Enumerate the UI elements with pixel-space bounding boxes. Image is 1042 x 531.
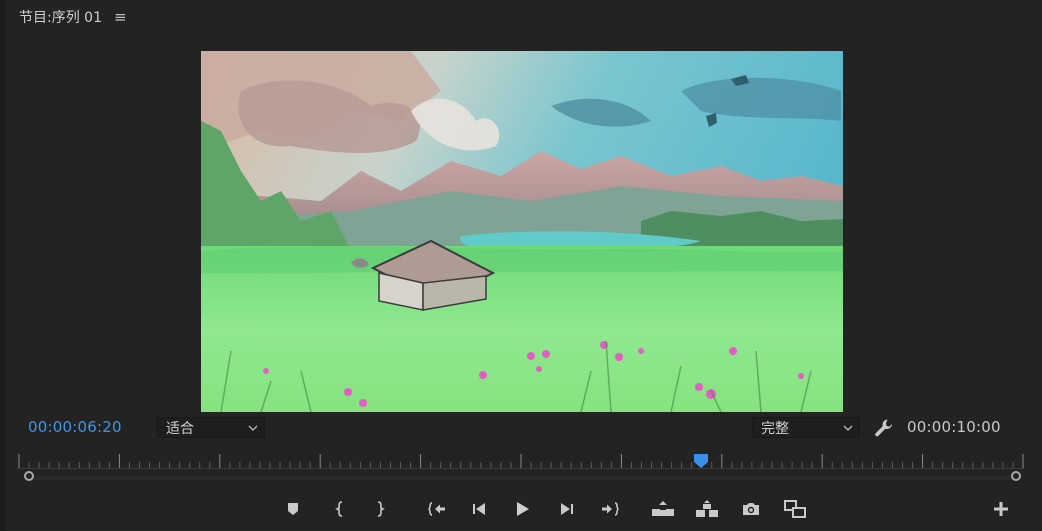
- step-back-icon: [471, 502, 487, 516]
- plus-icon: [994, 502, 1008, 516]
- comparison-view-button[interactable]: [782, 497, 808, 521]
- zoom-level-select[interactable]: 适合: [157, 417, 265, 438]
- panel-title[interactable]: 节目:序列 01: [19, 7, 102, 27]
- step-forward-button[interactable]: [554, 497, 580, 521]
- play-icon: [514, 501, 530, 517]
- chevron-down-icon: [248, 423, 258, 433]
- zoom-scrollbar-left-handle[interactable]: [24, 471, 34, 481]
- play-button[interactable]: [509, 497, 535, 521]
- go-to-in-button[interactable]: [424, 497, 450, 521]
- panel-left-edge: [0, 0, 5, 531]
- extract-button[interactable]: [694, 497, 720, 521]
- time-ruler[interactable]: [18, 452, 1024, 470]
- lift-button[interactable]: [650, 497, 676, 521]
- step-back-button[interactable]: [466, 497, 492, 521]
- export-frame-button[interactable]: [738, 497, 764, 521]
- mark-out-icon: [374, 501, 386, 517]
- lift-icon: [651, 500, 675, 518]
- playback-resolution-select[interactable]: 完整: [752, 417, 860, 438]
- camera-icon: [741, 501, 761, 517]
- chevron-down-icon: [843, 423, 853, 433]
- duration-timecode: 00:00:10:00: [907, 418, 1001, 436]
- program-monitor-frame[interactable]: [201, 51, 843, 412]
- transport-controls: [0, 497, 1042, 521]
- playback-resolution-value: 完整: [761, 420, 789, 437]
- marker-icon: [286, 502, 300, 516]
- current-timecode[interactable]: 00:00:06:20: [28, 418, 122, 436]
- mark-in-icon: [334, 501, 346, 517]
- video-frame-image: [201, 51, 843, 412]
- go-to-out-button[interactable]: [597, 497, 623, 521]
- mark-out-button[interactable]: [367, 497, 393, 521]
- button-editor-button[interactable]: [988, 497, 1014, 521]
- settings-wrench-icon[interactable]: [873, 417, 895, 439]
- playhead-indicator[interactable]: [693, 453, 709, 469]
- go-to-out-icon: [600, 501, 620, 517]
- go-to-in-icon: [427, 501, 447, 517]
- extract-icon: [695, 500, 719, 518]
- zoom-level-value: 适合: [166, 420, 194, 437]
- panel-header: 节目:序列 01 ≡: [19, 6, 127, 28]
- step-forward-icon: [559, 502, 575, 516]
- comparison-view-icon: [783, 499, 807, 519]
- zoom-scrollbar-track[interactable]: [30, 476, 1016, 480]
- add-marker-button[interactable]: [280, 497, 306, 521]
- panel-menu-icon[interactable]: ≡: [114, 8, 127, 26]
- zoom-scrollbar-right-handle[interactable]: [1011, 471, 1021, 481]
- mark-in-button[interactable]: [327, 497, 353, 521]
